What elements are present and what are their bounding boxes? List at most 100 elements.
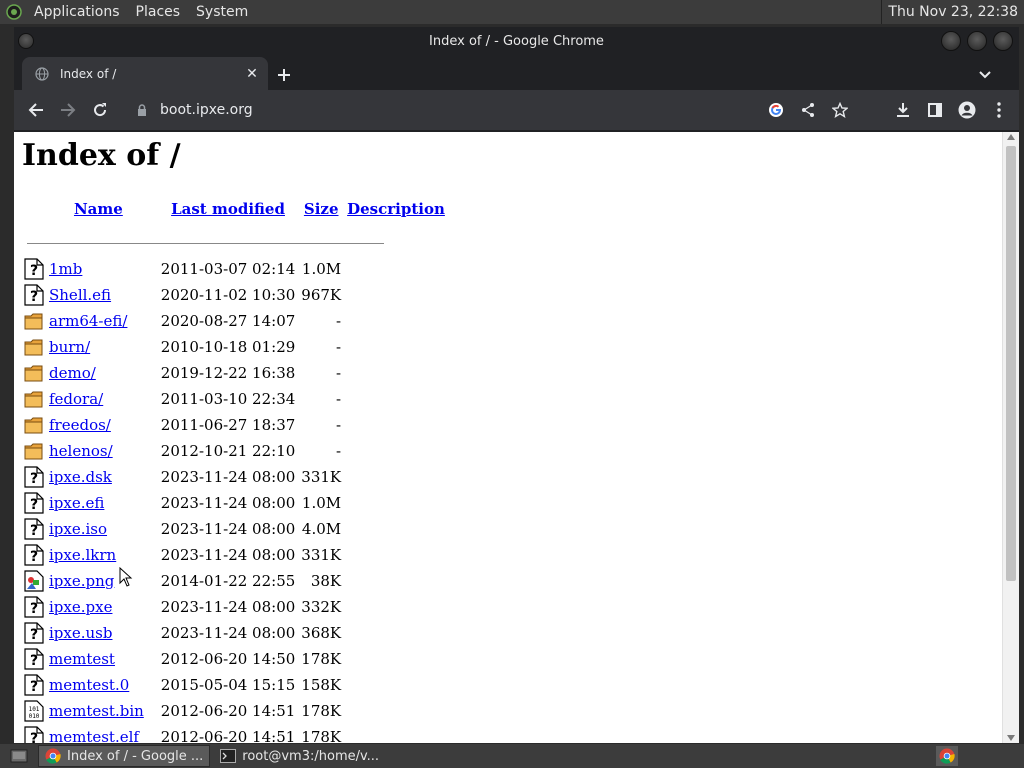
description-cell xyxy=(344,568,448,594)
modified-cell: 2010-10-18 01:29 xyxy=(160,338,296,356)
file-link[interactable]: ipxe.efi xyxy=(49,494,104,512)
menu-places[interactable]: Places xyxy=(130,0,187,24)
terminal-icon xyxy=(220,749,237,763)
directory-listing: Name Last modified Size Description ? 1mb… xyxy=(24,200,448,743)
panel-clock[interactable]: Thu Nov 23, 22:38 xyxy=(881,0,1024,24)
svg-text:?: ? xyxy=(30,653,38,669)
description-cell xyxy=(344,594,448,620)
file-link[interactable]: 1mb xyxy=(49,260,82,278)
size-cell: 1.0M xyxy=(301,494,342,512)
size-cell: 368K xyxy=(301,624,342,642)
file-link[interactable]: Shell.efi xyxy=(49,286,111,304)
table-row: ? ipxe.iso 2023-11-24 08:00 4.0M xyxy=(24,516,448,542)
lock-icon[interactable] xyxy=(132,100,152,120)
window-titlebar[interactable]: Index of / - Google Chrome xyxy=(14,27,1019,55)
scrollbar-thumb[interactable] xyxy=(1006,146,1016,581)
taskbar-chrome-window[interactable]: Index of / - Google ... xyxy=(38,745,211,767)
menu-system[interactable]: System xyxy=(190,0,254,24)
google-lens-icon[interactable] xyxy=(760,94,792,126)
share-icon[interactable] xyxy=(792,94,824,126)
size-cell: 178K xyxy=(301,702,342,720)
tab-search-chevron-icon[interactable] xyxy=(973,63,997,87)
bottom-taskbar: Index of / - Google ... root@vm3:/home/v… xyxy=(0,744,1024,768)
bookmark-star-icon[interactable] xyxy=(824,94,856,126)
svg-text:?: ? xyxy=(30,601,38,617)
reload-icon[interactable] xyxy=(84,94,116,126)
modified-cell: 2023-11-24 08:00 xyxy=(160,598,296,616)
new-tab-icon[interactable] xyxy=(272,63,296,87)
svg-text:?: ? xyxy=(30,731,38,743)
file-link[interactable]: fedora/ xyxy=(49,390,103,408)
modified-cell: 2023-11-24 08:00 xyxy=(160,546,296,564)
description-cell xyxy=(344,334,448,360)
file-link[interactable]: demo/ xyxy=(49,364,96,382)
file-link[interactable]: ipxe.usb xyxy=(49,624,112,642)
window-title: Index of / - Google Chrome xyxy=(429,33,604,49)
description-cell xyxy=(344,490,448,516)
modified-cell: 2012-06-20 14:51 xyxy=(160,702,296,720)
description-cell xyxy=(344,464,448,490)
table-row: ? ipxe.usb 2023-11-24 08:00 368K xyxy=(24,620,448,646)
file-link[interactable]: burn/ xyxy=(49,338,90,356)
modified-cell: 2019-12-22 16:38 xyxy=(160,364,296,382)
file-link[interactable]: ipxe.png xyxy=(49,572,114,590)
table-row: ? ipxe.efi 2023-11-24 08:00 1.0M xyxy=(24,490,448,516)
tray-chrome-icon[interactable] xyxy=(936,746,958,766)
folder-icon xyxy=(24,336,44,358)
show-desktop-button[interactable] xyxy=(4,745,34,767)
scroll-up-arrow-icon[interactable] xyxy=(1007,134,1015,140)
distro-logo-icon[interactable] xyxy=(4,2,24,22)
window-menu-button[interactable] xyxy=(18,33,34,49)
minimize-button[interactable] xyxy=(941,31,961,51)
modified-cell: 2023-11-24 08:00 xyxy=(160,468,296,486)
page-scrollbar[interactable] xyxy=(1002,132,1019,743)
tab-close-icon[interactable]: ✕ xyxy=(242,64,262,84)
close-window-button[interactable] xyxy=(993,31,1013,51)
file-link[interactable]: memtest xyxy=(49,650,115,668)
file-link[interactable]: memtest.0 xyxy=(49,676,129,694)
sort-by-size-link[interactable]: Size xyxy=(304,200,339,218)
modified-cell: 2023-11-24 08:00 xyxy=(160,624,296,642)
sort-by-modified-link[interactable]: Last modified xyxy=(171,200,285,218)
file-link[interactable]: ipxe.lkrn xyxy=(49,546,116,564)
maximize-button[interactable] xyxy=(967,31,987,51)
forward-arrow-icon[interactable] xyxy=(52,94,84,126)
file-link[interactable]: ipxe.iso xyxy=(49,520,107,538)
description-cell xyxy=(344,724,448,743)
modified-cell: 2012-06-20 14:50 xyxy=(160,650,296,668)
table-row: ? 1mb 2011-03-07 02:14 1.0M xyxy=(24,256,448,282)
taskbar-terminal-window[interactable]: root@vm3:/home/v... xyxy=(214,745,385,767)
file-link[interactable]: freedos/ xyxy=(49,416,111,434)
sort-by-name-link[interactable]: Name xyxy=(74,200,123,218)
chrome-icon xyxy=(45,748,61,764)
description-cell xyxy=(344,620,448,646)
profile-icon[interactable] xyxy=(951,94,983,126)
file-link[interactable]: memtest.elf xyxy=(49,728,139,743)
scroll-down-arrow-icon[interactable] xyxy=(1007,735,1015,741)
download-icon[interactable] xyxy=(887,94,919,126)
file-link[interactable]: ipxe.dsk xyxy=(49,468,112,486)
unknown-file-icon: ? xyxy=(24,544,44,566)
size-cell: 1.0M xyxy=(301,260,342,278)
sort-by-description-link[interactable]: Description xyxy=(347,200,445,218)
file-link[interactable]: memtest.bin xyxy=(49,702,144,720)
tab-title: Index of / xyxy=(60,66,117,81)
size-cell: - xyxy=(336,312,342,330)
description-cell xyxy=(344,412,448,438)
svg-text:?: ? xyxy=(30,627,38,643)
unknown-file-icon: ? xyxy=(24,284,44,306)
file-link[interactable]: helenos/ xyxy=(49,442,113,460)
description-cell xyxy=(344,672,448,698)
file-link[interactable]: ipxe.pxe xyxy=(49,598,112,616)
kebab-menu-icon[interactable] xyxy=(983,94,1015,126)
back-arrow-icon[interactable] xyxy=(20,94,52,126)
table-row: ipxe.png 2014-01-22 22:55 38K xyxy=(24,568,448,594)
side-panel-icon[interactable] xyxy=(919,94,951,126)
url-text[interactable]: boot.ipxe.org xyxy=(160,102,253,118)
tab-index[interactable]: Index of / ✕ xyxy=(22,57,268,90)
taskbar-terminal-label: root@vm3:/home/v... xyxy=(242,748,380,764)
menu-applications[interactable]: Applications xyxy=(28,0,126,24)
svg-text:?: ? xyxy=(30,471,38,487)
address-bar[interactable]: boot.ipxe.org xyxy=(126,94,856,126)
file-link[interactable]: arm64-efi/ xyxy=(49,312,127,330)
